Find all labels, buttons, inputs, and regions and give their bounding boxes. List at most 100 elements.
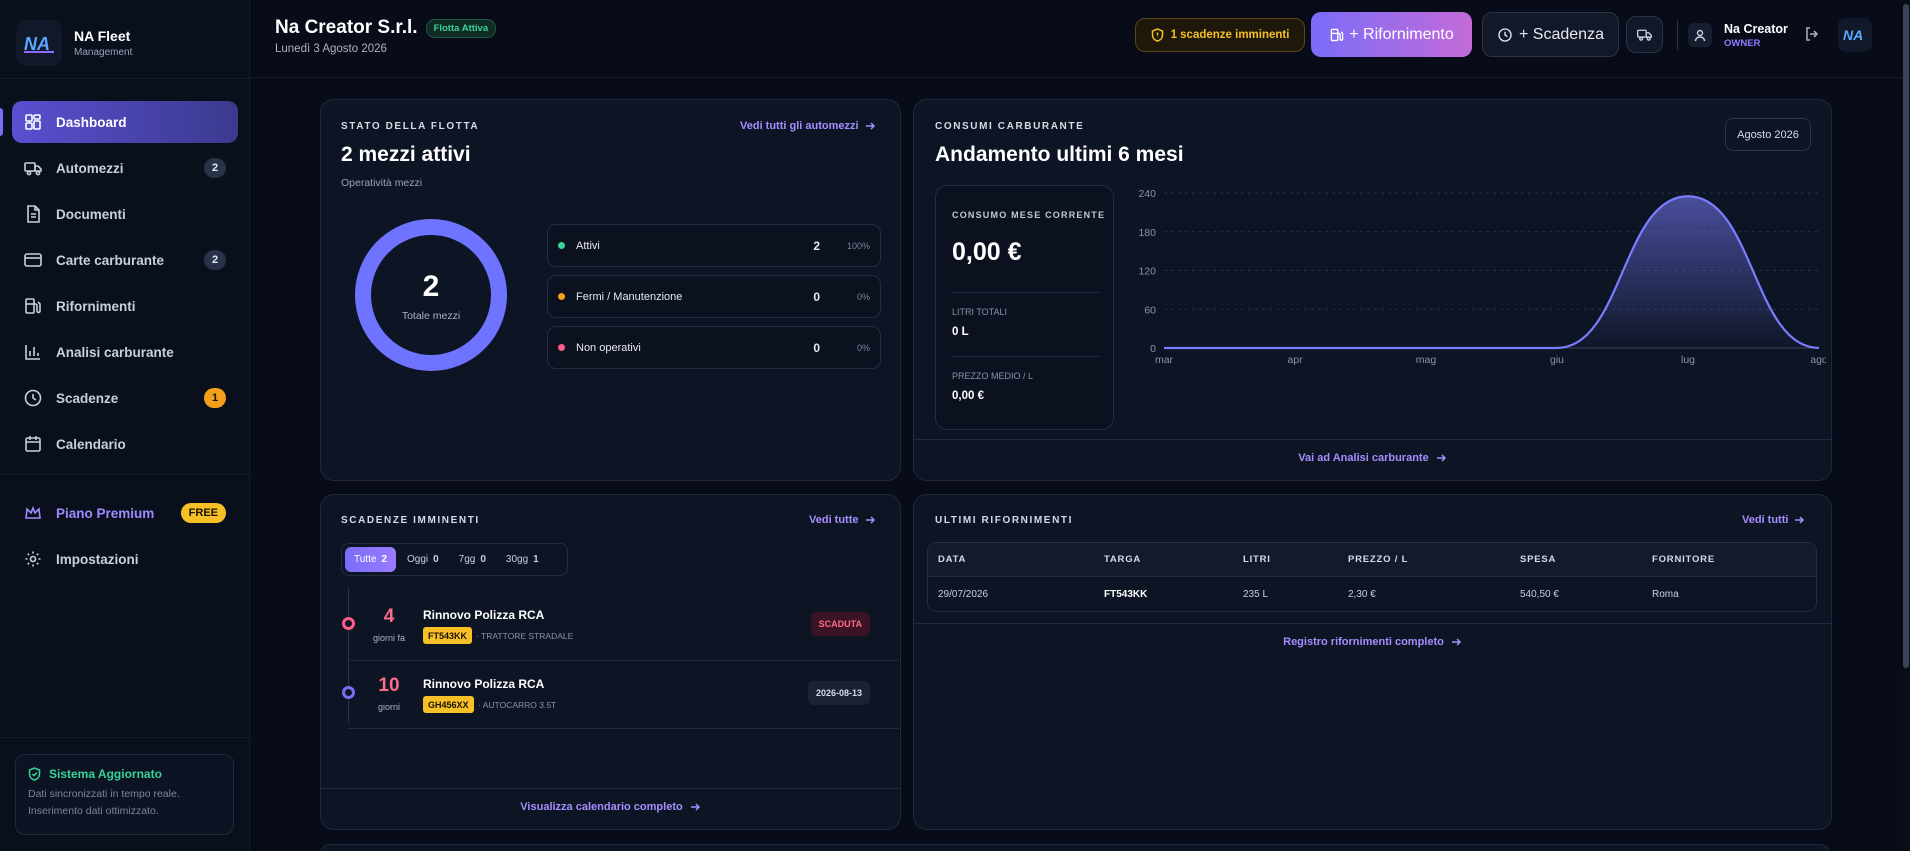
count-badge: 2 <box>204 250 226 270</box>
filter-label: Oggi <box>406 554 429 565</box>
x-tick-label: apr <box>1287 354 1303 366</box>
header-logo[interactable]: NA <box>1838 18 1872 52</box>
count-badge: 1 <box>204 388 226 408</box>
link-label: Vedi tutti <box>1742 514 1789 526</box>
shield-alert-icon <box>1151 28 1163 42</box>
card-footer-divider <box>914 439 1831 440</box>
sidebar-item-documenti[interactable]: Documenti <box>12 193 238 235</box>
dashboard-icon <box>25 114 41 130</box>
filter-tab-30gg[interactable]: 30gg 1 <box>497 547 548 572</box>
status-dot <box>558 293 565 300</box>
x-tick-label: mar <box>1155 354 1174 366</box>
deadline-title: Rinnovo Polizza RCA <box>423 677 545 691</box>
view-all-deadlines-link[interactable]: Vedi tutte <box>809 514 876 526</box>
fleet-shortcut-button[interactable] <box>1626 16 1663 53</box>
document-icon <box>27 205 40 223</box>
deadline-title: Rinnovo Polizza RCA <box>423 608 545 622</box>
status-dot <box>558 344 565 351</box>
truck-icon <box>1637 29 1652 41</box>
scadenza-label: + Scadenza <box>1519 25 1604 43</box>
stat-percent: 100% <box>846 240 870 251</box>
calendar-link[interactable]: Visualizza calendario completo <box>321 801 900 813</box>
cell-fornitore: Roma <box>1652 589 1679 600</box>
kpi-value: 0,00 € <box>952 238 1022 266</box>
sidebar-item-carte-carburante[interactable]: Carte carburante 2 <box>12 239 238 281</box>
svg-text:NA: NA <box>1843 27 1863 43</box>
system-status-card: Sistema Aggiornato Dati sincronizzati in… <box>15 754 234 835</box>
status-title: Sistema Aggiornato <box>49 767 162 781</box>
timeline-dot <box>342 686 355 699</box>
arrow-right-icon <box>865 516 875 524</box>
table-row[interactable]: 29/07/2026 FT543KK 235 L 2,30 € 540,50 €… <box>928 577 1816 611</box>
sidebar-item-premium[interactable]: Piano Premium FREE <box>12 492 238 534</box>
filter-tab-oggi[interactable]: Oggi 0 <box>398 547 448 572</box>
stat-name: Non operativi <box>576 341 641 354</box>
view-all-vehicles-link[interactable]: Vedi tutti gli automezzi <box>740 120 876 132</box>
brand[interactable]: NA NA Fleet Management <box>16 20 132 66</box>
card-icon <box>24 253 42 267</box>
user-avatar[interactable] <box>1688 23 1712 47</box>
card-label: SCADENZE IMMINENTI <box>341 515 480 526</box>
sidebar-item-scadenze[interactable]: Scadenze 1 <box>12 377 238 419</box>
sidebar: NA NA Fleet Management Dashboard Automez… <box>0 0 250 851</box>
sidebar-item-dashboard[interactable]: Dashboard <box>12 101 238 143</box>
stat-name: Fermi / Manutenzione <box>576 290 683 303</box>
due-date-badge: 2026-08-13 <box>807 681 870 705</box>
column-header: DATA <box>938 554 967 565</box>
alert-label: 1 scadenze imminenti <box>1170 29 1290 41</box>
stat-row-fermi[interactable]: Fermi / Manutenzione 0 0% <box>547 275 881 318</box>
month-selector[interactable]: Agosto 2026 <box>1725 118 1811 151</box>
stat-value: 0 <box>813 340 820 355</box>
brand-title: NA Fleet <box>74 28 131 44</box>
count-badge: 2 <box>204 158 226 178</box>
bar-chart-icon <box>25 345 40 360</box>
license-plate: GH456XX <box>423 696 474 713</box>
card-footer-divider <box>914 623 1831 624</box>
sidebar-item-label: Carte carburante <box>56 252 165 268</box>
clock-icon <box>24 389 42 407</box>
add-rifornimento-button[interactable]: + Rifornimento <box>1311 12 1472 57</box>
sidebar-item-impostazioni[interactable]: Impostazioni <box>12 538 238 580</box>
scrollbar-thumb[interactable] <box>1903 4 1909 668</box>
vehicle-type: · AUTOCARRO 3.5T <box>478 700 557 710</box>
header-divider <box>1677 20 1678 50</box>
analisi-carburante-link[interactable]: Vai ad Analisi carburante <box>914 452 1831 464</box>
cell-litri: 235 L <box>1243 589 1269 600</box>
sidebar-item-label: Automezzi <box>56 160 124 176</box>
fleet-status-badge: Flotta Attiva <box>425 18 497 38</box>
vehicle-type: · TRATTORE STRADALE <box>476 631 574 641</box>
filter-tab-tutte[interactable]: Tutte 2 <box>345 547 396 572</box>
shield-check-icon <box>28 767 41 781</box>
sidebar-item-label: Analisi carburante <box>56 344 174 360</box>
card-footer-divider <box>321 788 900 789</box>
deadlines-card: SCADENZE IMMINENTI Vedi tutte Tutte 2 Ogg… <box>320 494 901 830</box>
company-name: Na Creator S.r.l. <box>275 17 418 38</box>
sidebar-item-label: Impostazioni <box>56 551 139 567</box>
refuels-register-link[interactable]: Registro rifornimenti completo <box>914 636 1831 648</box>
arrow-right-icon <box>1451 638 1461 646</box>
calendar-icon <box>25 436 41 452</box>
sidebar-item-analisi-carburante[interactable]: Analisi carburante <box>12 331 238 373</box>
sidebar-item-calendario[interactable]: Calendario <box>12 423 238 465</box>
sidebar-item-automezzi[interactable]: Automezzi 2 <box>12 147 238 189</box>
refuels-table: DATA TARGA LITRI PREZZO / L SPESA FORNIT… <box>927 542 1817 612</box>
stat-row-non-operativi[interactable]: Non operativi 0 0% <box>547 326 881 369</box>
logout-icon[interactable] <box>1804 26 1820 42</box>
table-header: DATA TARGA LITRI PREZZO / L SPESA FORNIT… <box>928 543 1816 577</box>
deadline-alert-button[interactable]: 1 scadenze imminenti <box>1135 18 1305 52</box>
timeline-line <box>348 588 349 723</box>
sidebar-item-rifornimenti[interactable]: Rifornimenti <box>12 285 238 327</box>
x-tick-label: ago <box>1810 354 1826 366</box>
page-scrollbar[interactable] <box>1902 0 1910 851</box>
add-scadenza-button[interactable]: + Scadenza <box>1482 12 1619 57</box>
status-line: Dati sincronizzati in tempo reale. <box>28 788 180 800</box>
view-all-refuels-link[interactable]: Vedi tutti <box>1742 514 1805 526</box>
kpi-divider <box>952 356 1099 357</box>
stat-percent: 0% <box>856 291 870 302</box>
filter-tab-7gg[interactable]: 7gg 0 <box>450 547 495 572</box>
cell-data: 29/07/2026 <box>938 589 989 600</box>
timeline-dot <box>342 617 355 630</box>
stat-row-attivi[interactable]: Attivi 2 100% <box>547 224 881 267</box>
fleet-title: 2 mezzi attivi <box>341 143 471 166</box>
fleet-status-card: STATO DELLA FLOTTA Vedi tutti gli autome… <box>320 99 901 481</box>
